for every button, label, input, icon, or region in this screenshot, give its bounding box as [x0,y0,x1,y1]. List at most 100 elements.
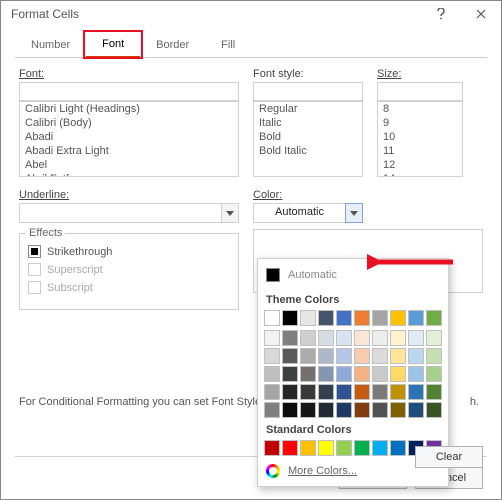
color-swatch[interactable] [300,366,316,382]
color-swatch[interactable] [318,330,334,346]
color-swatch[interactable] [390,330,406,346]
color-swatch[interactable] [282,402,298,418]
color-swatch[interactable] [264,330,280,346]
color-swatch[interactable] [264,384,280,400]
tab-border[interactable]: Border [140,34,205,57]
color-swatch[interactable] [426,366,442,382]
color-combo[interactable]: Automatic [253,203,363,223]
list-item[interactable]: Abadi Extra Light [20,144,238,158]
list-item[interactable]: Regular [254,102,362,116]
color-swatch[interactable] [426,330,442,346]
list-item[interactable]: Abel [20,158,238,172]
color-swatch[interactable] [390,366,406,382]
color-swatch[interactable] [372,330,388,346]
size-input[interactable] [377,82,463,101]
color-swatch[interactable] [336,348,352,364]
color-swatch[interactable] [354,384,370,400]
size-list[interactable]: 8 9 10 11 12 14 [377,101,463,177]
color-swatch[interactable] [336,330,352,346]
list-item[interactable]: 11 [378,144,462,158]
font-list[interactable]: Calibri Light (Headings) Calibri (Body) … [19,101,239,177]
color-swatch[interactable] [408,310,424,326]
list-item[interactable]: 9 [378,116,462,130]
list-item[interactable]: 10 [378,130,462,144]
color-swatch[interactable] [282,440,298,456]
color-swatch[interactable] [408,330,424,346]
color-swatch[interactable] [390,384,406,400]
color-swatch[interactable] [336,440,352,456]
color-dropdown-arrow[interactable] [345,203,363,223]
color-swatch[interactable] [426,310,442,326]
color-swatch[interactable] [264,440,280,456]
color-swatch[interactable] [354,440,370,456]
color-swatch[interactable] [264,348,280,364]
color-swatch[interactable] [336,384,352,400]
color-swatch[interactable] [426,402,442,418]
color-swatch[interactable] [264,366,280,382]
color-swatch[interactable] [300,384,316,400]
color-swatch[interactable] [264,310,280,326]
color-swatch[interactable] [282,330,298,346]
color-swatch[interactable] [354,310,370,326]
color-swatch[interactable] [354,348,370,364]
color-swatch[interactable] [318,384,334,400]
color-swatch[interactable] [408,402,424,418]
color-swatch[interactable] [372,440,388,456]
color-swatch[interactable] [354,330,370,346]
color-swatch[interactable] [300,330,316,346]
color-swatch[interactable] [282,384,298,400]
list-item[interactable]: Abadi [20,130,238,144]
color-swatch[interactable] [336,366,352,382]
list-item[interactable]: Bold Italic [254,144,362,158]
tab-number[interactable]: Number [15,34,86,57]
list-item[interactable]: Bold [254,130,362,144]
list-item[interactable]: Calibri (Body) [20,116,238,130]
color-swatch[interactable] [426,384,442,400]
color-swatch[interactable] [390,310,406,326]
color-swatch[interactable] [408,366,424,382]
color-swatch[interactable] [354,366,370,382]
help-button[interactable] [421,1,461,27]
tab-font[interactable]: Font [86,33,140,58]
color-swatch[interactable] [336,402,352,418]
color-swatch[interactable] [408,384,424,400]
list-item[interactable]: 14 [378,172,462,177]
color-swatch[interactable] [390,440,406,456]
list-item[interactable]: Abril Fatface [20,172,238,177]
color-swatch[interactable] [282,310,298,326]
color-swatch[interactable] [282,348,298,364]
color-swatch[interactable] [390,348,406,364]
tab-fill[interactable]: Fill [205,34,251,57]
color-swatch[interactable] [282,366,298,382]
color-swatch[interactable] [300,348,316,364]
color-swatch[interactable] [372,310,388,326]
color-swatch[interactable] [318,402,334,418]
list-item[interactable]: Italic [254,116,362,130]
color-swatch[interactable] [372,402,388,418]
fontstyle-input[interactable] [253,82,363,101]
color-swatch[interactable] [300,310,316,326]
color-swatch[interactable] [318,310,334,326]
color-swatch[interactable] [390,402,406,418]
fontstyle-list[interactable]: Regular Italic Bold Bold Italic [253,101,363,177]
close-button[interactable] [461,1,501,27]
underline-dropdown-arrow[interactable] [221,203,239,223]
color-swatch[interactable] [354,402,370,418]
color-swatch[interactable] [318,366,334,382]
list-item[interactable]: 8 [378,102,462,116]
color-swatch[interactable] [426,348,442,364]
color-swatch[interactable] [336,310,352,326]
color-swatch[interactable] [372,348,388,364]
color-swatch[interactable] [318,348,334,364]
automatic-color[interactable]: Automatic [264,265,442,288]
clear-button[interactable]: Clear [415,446,483,468]
color-swatch[interactable] [408,348,424,364]
color-swatch[interactable] [300,402,316,418]
color-swatch[interactable] [372,366,388,382]
list-item[interactable]: 12 [378,158,462,172]
strikethrough-checkbox[interactable]: Strikethrough [28,245,230,258]
color-swatch[interactable] [300,440,316,456]
color-swatch[interactable] [264,402,280,418]
color-swatch[interactable] [372,384,388,400]
font-input[interactable] [19,82,239,101]
